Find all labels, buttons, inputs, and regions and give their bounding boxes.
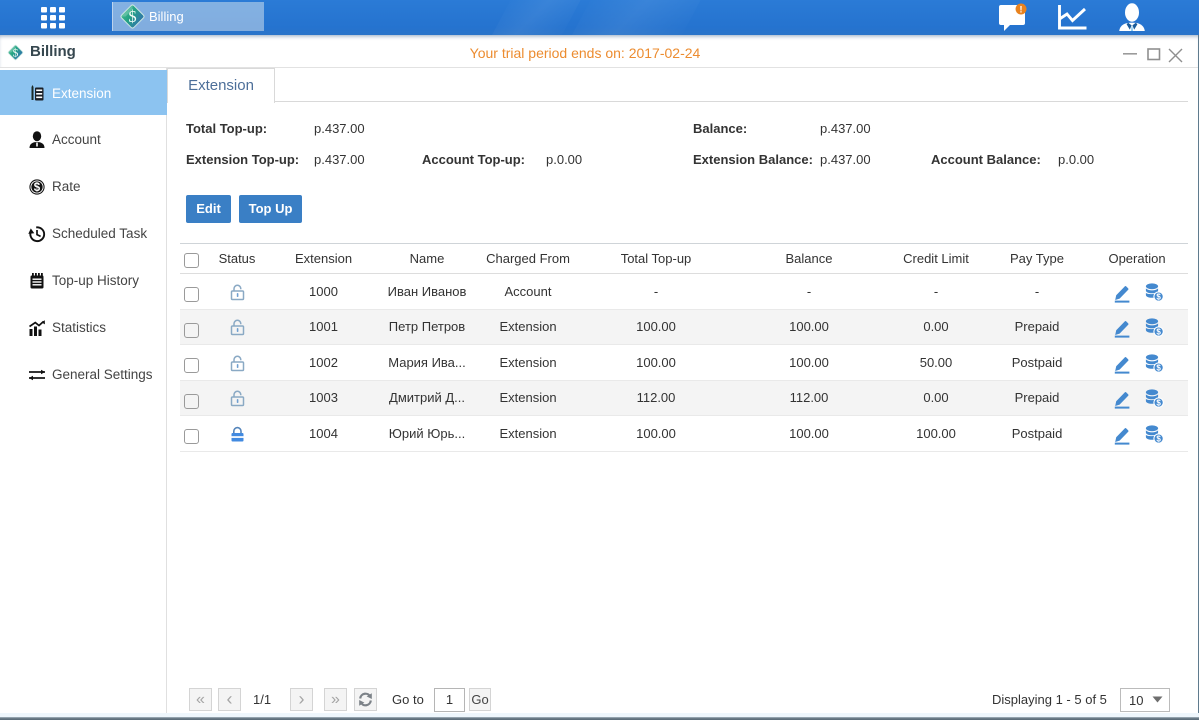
svg-text:!: !: [1020, 5, 1023, 15]
svg-text:$: $: [34, 182, 41, 194]
svg-text:$: $: [128, 7, 136, 26]
